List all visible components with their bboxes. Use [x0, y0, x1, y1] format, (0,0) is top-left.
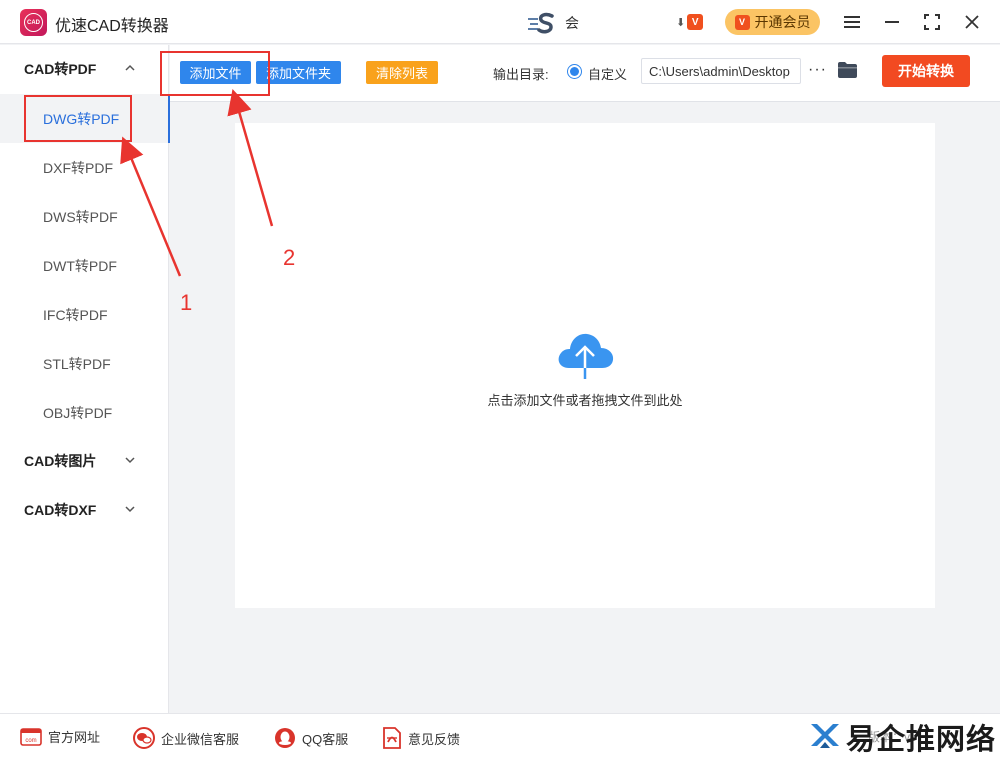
open-member-button[interactable]: V 开通会员 — [725, 9, 820, 35]
sidebar-group-cad-pdf[interactable]: CAD转PDF — [0, 45, 169, 93]
sidebar-item-label: DWS转PDF — [43, 208, 118, 225]
cloud-upload-icon — [558, 333, 614, 379]
sidebar-item-ifc-pdf[interactable]: IFC转PDF — [0, 290, 169, 339]
sidebar-group-cad-image[interactable]: CAD转图片 — [0, 437, 169, 485]
more-icon[interactable]: ··· — [808, 61, 827, 79]
annotation-box-2 — [160, 51, 270, 96]
maximize-icon[interactable] — [920, 10, 944, 34]
sidebar-item-label: IFC转PDF — [43, 306, 108, 323]
feedback-icon — [383, 727, 401, 749]
s-logo-icon — [528, 12, 554, 34]
chevron-down-icon — [125, 506, 135, 513]
sidebar-item-obj-pdf[interactable]: OBJ转PDF — [0, 388, 169, 437]
vip-download-icon[interactable]: ⬇ V — [676, 14, 704, 30]
drop-hint-text: 点击添加文件或者拖拽文件到此处 — [487, 393, 683, 408]
sidebar-item-label: DWT转PDF — [43, 257, 117, 274]
vip-icon: V — [734, 14, 750, 30]
sidebar-item-dwt-pdf[interactable]: DWT转PDF — [0, 241, 169, 290]
open-member-label: 开通会员 — [754, 14, 811, 30]
clear-list-button[interactable]: 清除列表 — [366, 61, 438, 84]
wechat-label: 企业微信客服 — [161, 731, 240, 747]
custom-radio[interactable] — [567, 64, 582, 79]
sidebar-item-label: OBJ转PDF — [43, 404, 113, 421]
annotation-number-2: 2 — [283, 245, 296, 270]
website-label: 官方网址 — [48, 730, 101, 745]
qq-service-link[interactable]: QQ客服 — [274, 727, 348, 749]
minimize-icon[interactable] — [880, 10, 904, 34]
folder-icon[interactable] — [837, 61, 858, 79]
group-label: CAD转PDF — [24, 61, 97, 77]
official-website-link[interactable]: com 官方网址 — [20, 727, 100, 746]
feedback-label: 意见反馈 — [408, 731, 461, 747]
annotation-number-1: 1 — [180, 290, 193, 315]
file-drop-zone[interactable]: 点击添加文件或者拖拽文件到此处 — [235, 123, 935, 608]
wechat-service-link[interactable]: 企业微信客服 — [133, 727, 239, 749]
sidebar-group-cad-dxf[interactable]: CAD转DXF — [0, 486, 169, 534]
sidebar-item-label: DXF转PDF — [43, 159, 113, 176]
center-text: 会 — [565, 15, 579, 31]
chevron-up-icon — [125, 64, 135, 71]
app-logo-icon: CAD — [20, 9, 47, 36]
annotation-box-1 — [24, 95, 132, 142]
sidebar: CAD转PDF DWG转PDF DXF转PDF DWS转PDF DWT转PDF … — [0, 45, 170, 713]
group-label: CAD转DXF — [24, 502, 97, 518]
feedback-link[interactable]: 意见反馈 — [382, 727, 460, 749]
title-bar: CAD 优速CAD转换器 会 ⬇ V V 开通会员 — [0, 0, 1000, 44]
app-title: 优速CAD转换器 — [55, 18, 169, 35]
chevron-down-icon — [125, 457, 135, 464]
svg-text:com: com — [25, 738, 36, 744]
watermark-text: 易企推网络 — [846, 722, 997, 756]
toolbar: 添加文件 添加文件夹 清除列表 输出目录: 自定义 ··· 开始转换 — [170, 45, 1000, 102]
sidebar-item-dws-pdf[interactable]: DWS转PDF — [0, 192, 169, 241]
sidebar-item-stl-pdf[interactable]: STL转PDF — [0, 339, 169, 388]
qq-label: QQ客服 — [302, 731, 349, 747]
sidebar-item-dxf-pdf[interactable]: DXF转PDF — [0, 143, 169, 192]
start-convert-button[interactable]: 开始转换 — [882, 55, 970, 87]
output-path-input[interactable] — [641, 58, 801, 84]
app-logo-text: CAD — [24, 13, 43, 32]
sidebar-item-label: STL转PDF — [43, 355, 111, 372]
website-icon: com — [20, 727, 42, 746]
output-dir-label: 输出目录: — [493, 67, 549, 82]
group-label: CAD转图片 — [24, 453, 97, 469]
watermark-logo-icon — [811, 724, 839, 748]
custom-radio-label: 自定义 — [588, 67, 628, 82]
watermark: 版本：v 易企推网络 — [808, 716, 998, 756]
menu-icon[interactable] — [840, 10, 864, 34]
wechat-icon — [133, 727, 155, 749]
qq-icon — [275, 728, 295, 748]
close-icon[interactable] — [960, 10, 984, 34]
